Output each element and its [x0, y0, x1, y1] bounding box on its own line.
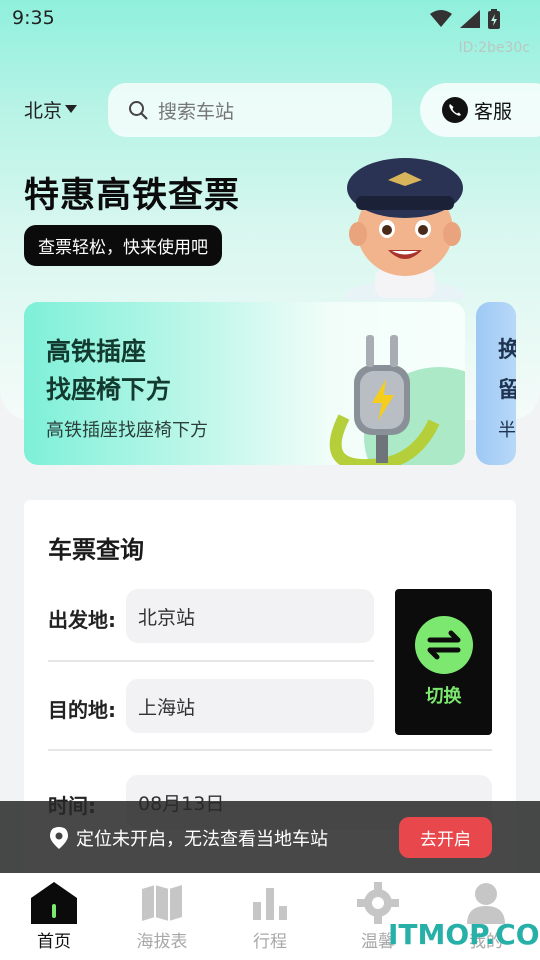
from-station-value: 北京站 [138, 606, 196, 629]
banner2-line2: 留 [498, 378, 516, 403]
banner-card-socket[interactable]: 高铁插座 找座椅下方 高铁插座找座椅下方 [24, 302, 465, 465]
nav-item-trip[interactable]: 行程 [216, 873, 324, 960]
search-bar[interactable]: 搜索车站 [108, 83, 392, 137]
banner2-line1: 换 [498, 338, 516, 363]
site-watermark: ITMOP.COM [388, 918, 540, 951]
wifi-icon [430, 10, 452, 27]
swap-label: 切换 [425, 686, 462, 707]
divider [48, 660, 374, 662]
search-icon [129, 101, 148, 120]
screen: 9:35 ID:2be30c 北京 搜索车站 客服 特惠高铁查票 查票轻松，快来… [0, 0, 540, 960]
status-bar: 9:35 [0, 0, 540, 38]
enable-location-button[interactable]: 去开启 [399, 817, 492, 858]
divider [48, 749, 492, 751]
service-label: 客服 [474, 100, 513, 123]
location-pin-icon [50, 827, 68, 849]
signal-icon [460, 10, 480, 28]
battery-icon [488, 9, 500, 29]
banner-title-line2: 找座椅下方 [46, 375, 172, 404]
ticket-query-title: 车票查询 [48, 536, 144, 564]
nav-label: 首页 [37, 932, 71, 952]
city-selector[interactable]: 北京 [24, 96, 78, 123]
to-label: 目的地: [48, 698, 116, 722]
swap-stations-button[interactable]: 切换 [395, 589, 492, 735]
to-station-value: 上海站 [138, 696, 196, 719]
swap-icon [414, 616, 473, 674]
from-label: 出发地: [48, 608, 116, 632]
toast-message: 定位未开启，无法查看当地车站 [76, 829, 328, 850]
banner-title-line1: 高铁插座 [46, 337, 147, 366]
to-station-field[interactable]: 上海站 [126, 679, 374, 733]
hero-title: 特惠高铁查票 [24, 176, 241, 216]
nav-label: 行程 [253, 932, 287, 952]
banner2-desc: 半 [498, 420, 516, 441]
phone-icon [442, 97, 468, 123]
hero-subtitle: 查票轻松，快来使用吧 [24, 225, 222, 266]
banner-card-next[interactable]: 换 留 半 [476, 302, 516, 465]
user-id-text: ID:2be30c [458, 40, 530, 56]
nav-label: 海拔表 [136, 932, 188, 952]
nav-item-home[interactable]: 首页 [0, 873, 108, 960]
map-icon [142, 885, 182, 921]
pilot-mascot-image [345, 158, 465, 300]
banner-description: 高铁插座找座椅下方 [46, 420, 208, 441]
caret-down-icon [65, 105, 78, 113]
nav-item-altitude[interactable]: 海拔表 [108, 873, 216, 960]
from-station-field[interactable]: 北京站 [126, 589, 374, 643]
city-label: 北京 [24, 100, 63, 122]
location-toast: 定位未开启，无法查看当地车站 去开启 [0, 801, 540, 873]
status-time: 9:35 [12, 7, 55, 29]
home-icon [31, 882, 77, 924]
bar-chart-icon [253, 888, 287, 920]
plug-icon [329, 335, 465, 465]
customer-service-button[interactable]: 客服 [420, 83, 540, 137]
search-placeholder: 搜索车站 [158, 100, 235, 123]
status-icons [430, 9, 500, 29]
